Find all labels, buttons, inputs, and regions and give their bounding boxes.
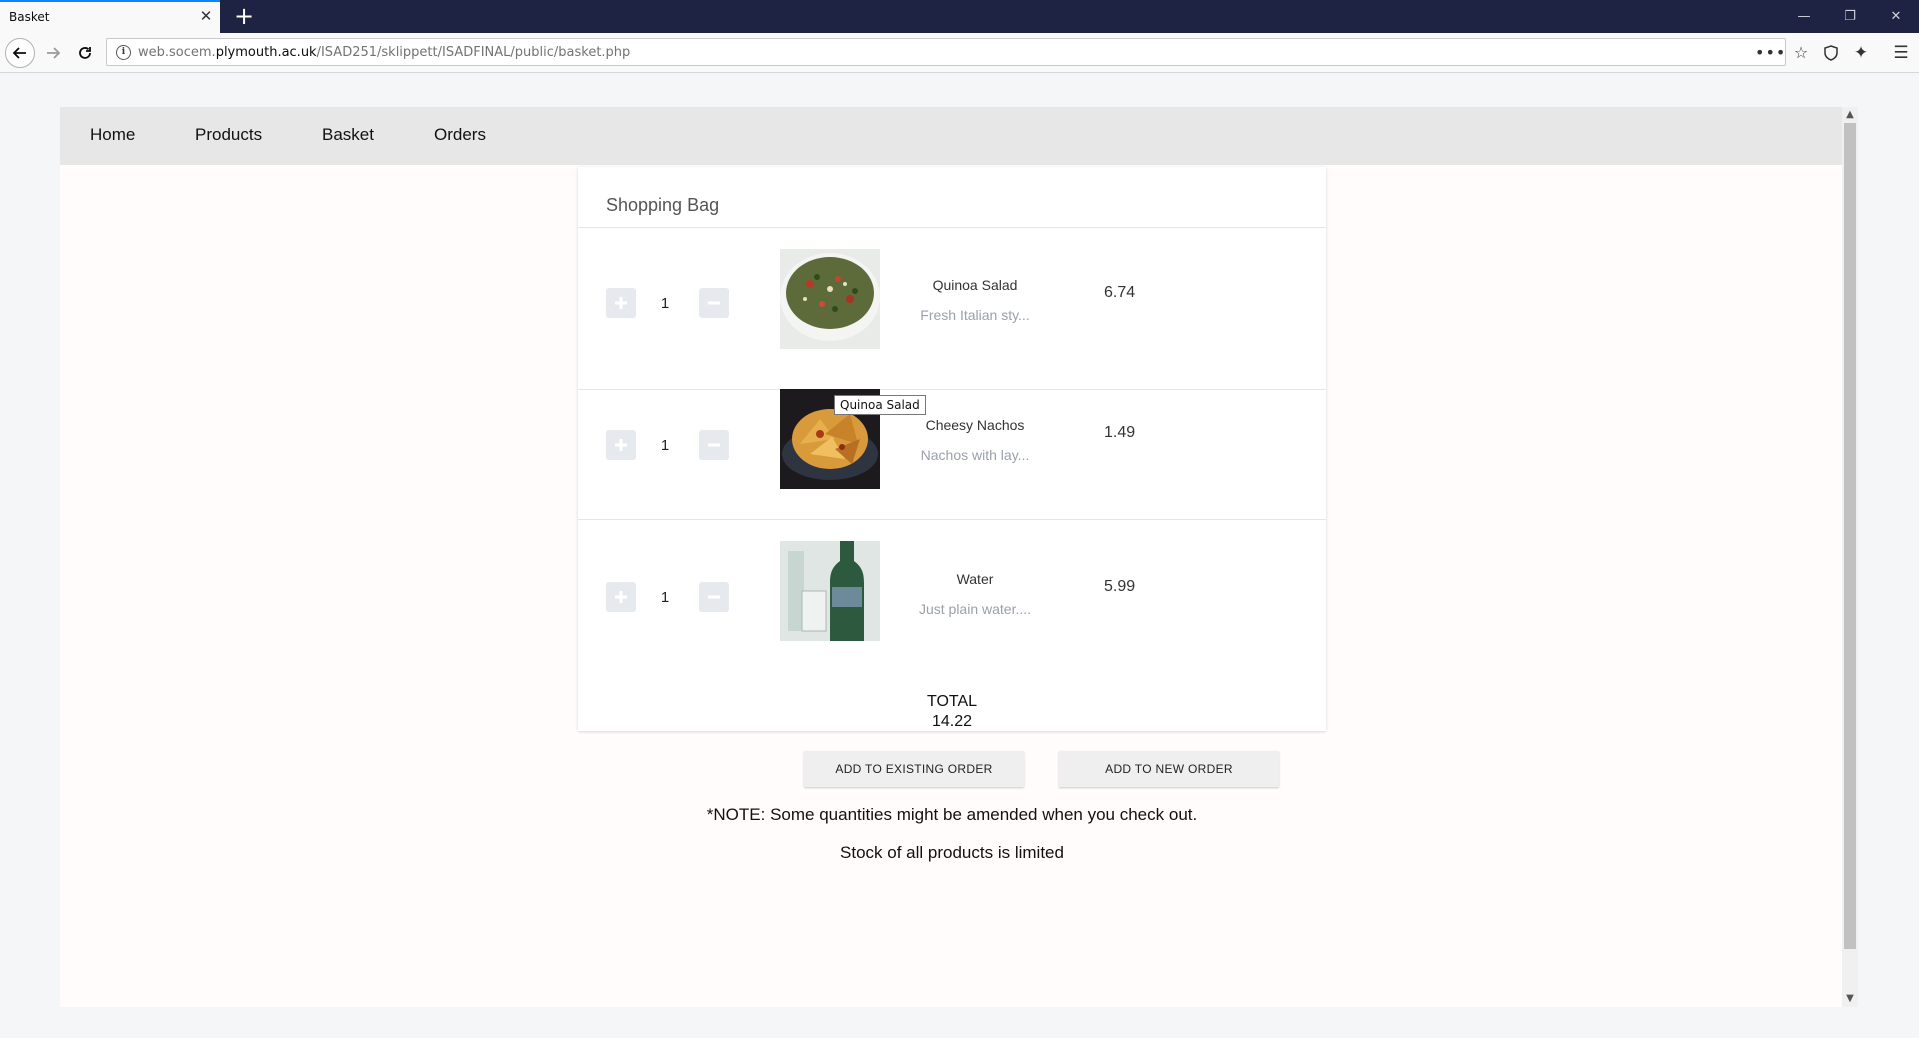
basket-item: 1 Water Just plain water.... 5.99 xyxy=(578,519,1326,649)
shopping-bag-title: Shopping Bag xyxy=(606,195,720,215)
info-icon[interactable]: i xyxy=(116,45,131,60)
arrow-left-icon xyxy=(12,47,26,59)
product-description: Fresh Italian sty... xyxy=(920,307,1030,323)
product-price: 1.49 xyxy=(1104,424,1136,441)
nav-orders-link[interactable]: Orders xyxy=(434,125,486,145)
browser-tab[interactable]: Basket ✕ xyxy=(0,0,220,33)
minimize-button[interactable]: — xyxy=(1781,0,1827,33)
minus-icon xyxy=(708,443,720,447)
product-name: Cheesy Nachos xyxy=(925,417,1025,433)
tab-title: Basket xyxy=(9,10,50,24)
nav-home-link[interactable]: Home xyxy=(90,125,135,145)
browser-toolbar: i web.socem.plymouth.ac.uk/ISAD251/sklip… xyxy=(0,33,1919,73)
nav-products-link[interactable]: Products xyxy=(195,125,262,145)
increase-quantity-button[interactable] xyxy=(606,288,636,318)
item-quantity: 1 xyxy=(660,295,670,312)
image-tooltip: Quinoa Salad xyxy=(834,395,926,415)
browser-titlebar: Basket ✕ + — ❐ ✕ xyxy=(0,0,1919,33)
product-name: Quinoa Salad xyxy=(932,277,1018,293)
nav-basket-link[interactable]: Basket xyxy=(322,125,374,145)
url-prefix: web.socem. xyxy=(138,45,216,60)
url-host: plymouth.ac.uk xyxy=(215,45,317,60)
product-name: Water xyxy=(956,571,994,587)
reload-icon xyxy=(79,47,91,59)
address-bar[interactable]: i web.socem.plymouth.ac.uk/ISAD251/sklip… xyxy=(106,38,1808,66)
back-button[interactable] xyxy=(5,38,35,68)
minus-icon xyxy=(708,595,720,599)
page-viewport: Home Products Basket Orders ▲ ▼ Shopping… xyxy=(0,73,1919,1038)
decrease-quantity-button[interactable] xyxy=(699,288,729,318)
site-navigation: Home Products Basket Orders xyxy=(60,107,1844,165)
plus-icon xyxy=(615,439,627,451)
shopping-bag-card: Shopping Bag 1 Quinoa Salad Fresh Italia… xyxy=(578,167,1326,731)
quinoa-salad-image xyxy=(780,249,880,349)
stock-note: Stock of all products is limited xyxy=(840,843,1064,862)
scroll-up-icon[interactable]: ▲ xyxy=(1842,107,1858,123)
decrease-quantity-button[interactable] xyxy=(699,430,729,460)
hamburger-menu-icon[interactable]: ☰ xyxy=(1888,40,1914,66)
extensions-icon[interactable]: ✦ xyxy=(1848,40,1874,66)
scroll-thumb[interactable] xyxy=(1844,123,1856,949)
water-image xyxy=(780,541,880,641)
product-price: 5.99 xyxy=(1104,578,1136,595)
product-description: Just plain water.... xyxy=(918,601,1032,617)
arrow-right-icon xyxy=(47,47,61,59)
product-description: Nachos with lay... xyxy=(920,447,1030,463)
plus-icon xyxy=(615,297,627,309)
url-path: /ISAD251/sklippett/ISADFINAL/public/bask… xyxy=(316,45,631,60)
url-text[interactable]: web.socem.plymouth.ac.uk/ISAD251/sklippe… xyxy=(138,45,630,60)
add-to-new-order-button[interactable]: ADD TO NEW ORDER xyxy=(1059,751,1279,787)
tab-close-icon[interactable]: ✕ xyxy=(198,9,214,25)
item-quantity: 1 xyxy=(660,589,670,606)
increase-quantity-button[interactable] xyxy=(606,430,636,460)
forward-button[interactable] xyxy=(40,40,66,66)
scroll-down-icon[interactable]: ▼ xyxy=(1842,991,1858,1007)
page-actions-icon[interactable]: ••• xyxy=(1755,42,1785,64)
item-quantity: 1 xyxy=(660,437,670,454)
tracking-shield-icon[interactable] xyxy=(1818,40,1844,66)
restore-button[interactable]: ❐ xyxy=(1827,0,1873,33)
shield-icon xyxy=(1824,45,1838,61)
total-value: 14.22 xyxy=(931,713,973,730)
reload-button[interactable] xyxy=(72,40,98,66)
close-window-button[interactable]: ✕ xyxy=(1873,0,1919,33)
plus-icon xyxy=(615,591,627,603)
basket-item: 1 Quinoa Salad Fresh Italian sty... 6.74 xyxy=(578,227,1326,389)
minus-icon xyxy=(708,301,720,305)
total-label: TOTAL xyxy=(926,693,978,710)
page-scrollbar[interactable]: ▲ ▼ xyxy=(1842,107,1858,1007)
basket-item: 1 Cheesy Nachos Nachos with lay... 1.49 xyxy=(578,389,1326,519)
bookmark-star-icon[interactable]: ☆ xyxy=(1790,42,1812,64)
increase-quantity-button[interactable] xyxy=(606,582,636,612)
decrease-quantity-button[interactable] xyxy=(699,582,729,612)
quantity-note: *NOTE: Some quantities might be amended … xyxy=(706,805,1198,824)
new-tab-button[interactable]: + xyxy=(231,3,257,29)
product-price: 6.74 xyxy=(1104,284,1136,301)
add-to-existing-order-button[interactable]: ADD TO EXISTING ORDER xyxy=(804,751,1024,787)
